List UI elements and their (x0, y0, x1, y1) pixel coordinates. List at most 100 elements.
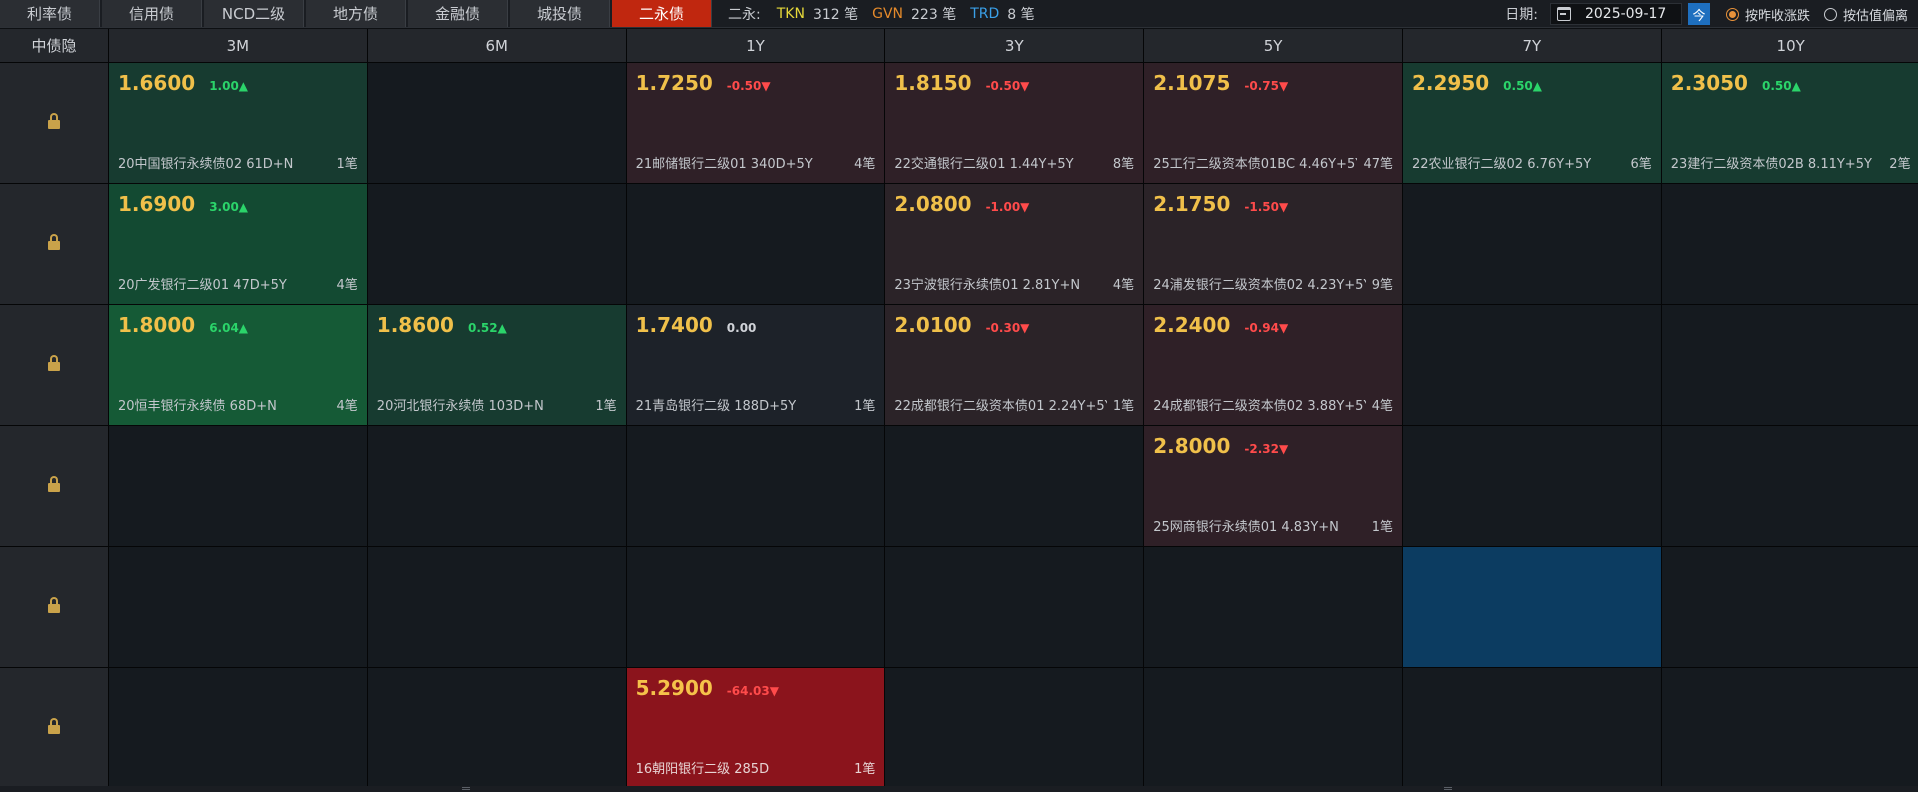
quote-cell[interactable]: 1.6600 1.00▲ 20中国银行永续债02 61D+N 1笔 (109, 63, 367, 183)
quote-cell[interactable]: 2.8000 -2.32▼ 25网商银行永续债01 4.83Y+N 1笔 (1144, 426, 1402, 546)
empty-cell[interactable] (367, 547, 626, 667)
lock-icon[interactable] (48, 718, 60, 734)
empty-cell[interactable] (109, 668, 367, 788)
quote-cell[interactable]: 5.2900 -64.03▼ 16朝阳银行二级 285D 1笔 (626, 668, 885, 788)
empty-cell[interactable] (885, 668, 1144, 788)
empty-cell[interactable] (1661, 547, 1918, 667)
quote-change: 0.00 (726, 321, 757, 335)
quote-cell[interactable]: 1.8000 6.04▲ 20恒丰银行永续债 68D+N 4笔 (109, 305, 367, 425)
sort-radio-0[interactable]: 按昨收涨跌 (1725, 5, 1810, 24)
row-header[interactable] (0, 668, 108, 788)
trade-count: 1笔 (1112, 399, 1135, 414)
quote-header: 1.7400 0.00 (636, 313, 876, 337)
row-header[interactable] (0, 184, 108, 304)
tab-6[interactable]: 二永债 (612, 0, 712, 27)
today-button[interactable]: 今 (1687, 3, 1710, 25)
calendar-icon[interactable] (1556, 7, 1571, 21)
quote-rate: 2.8000 (1153, 434, 1231, 458)
empty-cell[interactable] (367, 63, 626, 183)
splitter-grip-left[interactable] (462, 787, 470, 790)
empty-cell[interactable] (367, 184, 626, 304)
lock-icon[interactable] (48, 113, 60, 129)
column-header-5Y[interactable]: 5Y (1144, 29, 1402, 62)
lock-icon[interactable] (48, 476, 60, 492)
tab-4[interactable]: 金融债 (408, 0, 508, 27)
column-header-1Y[interactable]: 1Y (626, 29, 885, 62)
date-picker[interactable]: 2025-09-17 (1549, 3, 1682, 25)
trade-count: 2笔 (1889, 157, 1911, 172)
tab-3[interactable]: 地方债 (306, 0, 406, 27)
quote-rate: 2.0800 (894, 192, 972, 216)
empty-cell[interactable] (885, 547, 1144, 667)
quote-cell[interactable]: 1.8150 -0.50▼ 22交通银行二级01 1.44Y+5Y 8笔 (885, 63, 1144, 183)
empty-cell[interactable] (1661, 305, 1918, 425)
empty-cell[interactable] (1402, 668, 1661, 788)
tab-5[interactable]: 城投债 (510, 0, 610, 27)
lock-icon[interactable] (48, 597, 60, 613)
lock-icon[interactable] (48, 234, 60, 250)
date-value[interactable]: 2025-09-17 (1585, 6, 1666, 22)
column-header-6M[interactable]: 6M (367, 29, 626, 62)
quote-change: -0.50▼ (726, 79, 771, 93)
quote-footer: 20中国银行永续债02 61D+N 1笔 (118, 153, 358, 172)
empty-cell[interactable] (1144, 547, 1402, 667)
quote-cell[interactable]: 1.6900 3.00▲ 20广发银行二级01 47D+5Y 4笔 (109, 184, 367, 304)
bond-name: 21青岛银行二级 188D+5Y (635, 399, 797, 414)
column-header-10Y[interactable]: 10Y (1661, 29, 1918, 62)
empty-cell[interactable] (1661, 668, 1918, 788)
empty-cell[interactable] (626, 426, 885, 546)
empty-cell[interactable] (626, 547, 885, 667)
empty-cell[interactable] (1402, 184, 1661, 304)
empty-cell[interactable] (885, 426, 1144, 546)
column-header-3Y[interactable]: 3Y (885, 29, 1144, 62)
empty-cell[interactable] (109, 426, 367, 546)
tab-1[interactable]: 信用债 (102, 0, 202, 27)
row-header[interactable] (0, 547, 108, 667)
row-header[interactable] (0, 426, 108, 546)
quote-cell[interactable]: 1.7250 -0.50▼ 21邮储银行二级01 340D+5Y 4笔 (626, 63, 885, 183)
quote-footer: 24成都银行二级资本债02 3.88Y+5Y 4笔 (1153, 395, 1393, 414)
splitter-grip-right[interactable] (1444, 787, 1452, 790)
selected-empty-cell[interactable] (1402, 547, 1661, 667)
sort-radio-1[interactable]: 按估值偏离 (1823, 5, 1908, 24)
tab-0[interactable]: 利率债 (0, 0, 100, 27)
empty-cell[interactable] (367, 668, 626, 788)
empty-cell[interactable] (626, 184, 885, 304)
quote-footer: 24浦发银行二级资本债02 4.23Y+5Y 9笔 (1153, 274, 1393, 293)
quote-cell[interactable]: 2.0800 -1.00▼ 23宁波银行永续债01 2.81Y+N 4笔 (885, 184, 1144, 304)
corner-header[interactable]: 中债隐 (0, 29, 108, 62)
quote-header: 1.6900 3.00▲ (118, 192, 358, 216)
bottom-splitter[interactable] (0, 786, 1918, 792)
empty-cell[interactable] (1144, 668, 1402, 788)
quote-cell[interactable]: 2.3050 0.50▲ 23建行二级资本债02B 8.11Y+5Y 2笔 (1661, 63, 1918, 183)
quote-cell[interactable]: 2.1075 -0.75▼ 25工行二级资本债01BC 4.46Y+5Y 47笔 (1144, 63, 1402, 183)
quote-cell[interactable]: 2.0100 -0.30▼ 22成都银行二级资本债01 2.24Y+5Y 1笔 (885, 305, 1144, 425)
quote-cell[interactable]: 2.2950 0.50▲ 22农业银行二级02 6.76Y+5Y 6笔 (1402, 63, 1661, 183)
sort-radio-label: 按估值偏离 (1842, 8, 1908, 24)
radio-dot-icon[interactable] (1823, 7, 1837, 21)
empty-cell[interactable] (109, 547, 367, 667)
radio-dot-icon[interactable] (1725, 7, 1739, 21)
quote-header: 2.0800 -1.00▼ (894, 192, 1134, 216)
empty-cell[interactable] (1402, 305, 1661, 425)
empty-cell[interactable] (1402, 426, 1661, 546)
quote-footer: 23宁波银行永续债01 2.81Y+N 4笔 (894, 274, 1134, 293)
quote-cell[interactable]: 2.2400 -0.94▼ 24成都银行二级资本债02 3.88Y+5Y 4笔 (1144, 305, 1402, 425)
quote-rate: 2.0100 (894, 313, 972, 337)
lock-icon[interactable] (48, 355, 60, 371)
quote-cell[interactable]: 1.7400 0.00 21青岛银行二级 188D+5Y 1笔 (626, 305, 885, 425)
yield-matrix: 中债隐 3M 6M 1Y 3Y 5Y 7Y 10Y 1.6600 1.00▲ 20中国银行永续债02… (0, 29, 1918, 788)
empty-cell[interactable] (1661, 184, 1918, 304)
quote-cell[interactable]: 2.1750 -1.50▼ 24浦发银行二级资本债02 4.23Y+5Y 9笔 (1144, 184, 1402, 304)
quote-change: 6.04▲ (209, 321, 249, 335)
column-header-7Y[interactable]: 7Y (1402, 29, 1661, 62)
row-header[interactable] (0, 305, 108, 425)
empty-cell[interactable] (367, 426, 626, 546)
row-header[interactable] (0, 63, 108, 183)
quote-cell[interactable]: 1.8600 0.52▲ 20河北银行永续债 103D+N 1笔 (367, 305, 626, 425)
empty-cell[interactable] (1661, 426, 1918, 546)
bond-name: 23宁波银行永续债01 2.81Y+N (894, 278, 1081, 293)
tab-2[interactable]: NCD二级 (204, 0, 304, 27)
column-header-3M[interactable]: 3M (109, 29, 367, 62)
quote-rate: 2.2400 (1153, 313, 1231, 337)
